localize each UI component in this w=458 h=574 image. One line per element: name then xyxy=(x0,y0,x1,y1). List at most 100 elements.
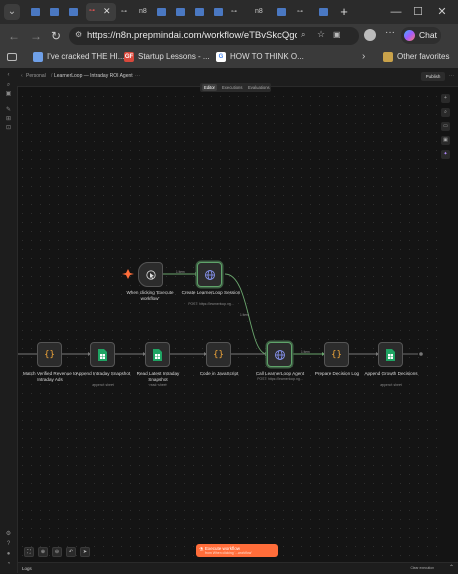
pointer-tool-icon[interactable]: ➤ xyxy=(80,547,90,557)
execute-workflow-subtitle: from When clicking '...workflow' xyxy=(205,551,252,555)
browser-tab[interactable] xyxy=(314,3,333,21)
node-label: Code in JavaScript xyxy=(199,371,239,376)
browser-tab[interactable] xyxy=(171,3,190,21)
bookmark-item[interactable]: GF Startup Lessons - ... xyxy=(124,52,210,62)
sheets-icon xyxy=(379,343,402,366)
bookmark-favicon-icon xyxy=(33,52,43,62)
search-nodes-icon[interactable]: ⌕ xyxy=(441,108,450,117)
browser-tab[interactable]: n8 xyxy=(252,3,270,21)
sheets-icon xyxy=(146,343,169,366)
site-info-icon[interactable]: ⚙ xyxy=(75,30,82,39)
favorite-star-icon[interactable]: ☆ xyxy=(317,29,325,40)
browser-tab-active[interactable]: ⊶ ✕ xyxy=(86,3,116,21)
zoom-icon[interactable]: ⌕ xyxy=(301,30,305,40)
connections-layer xyxy=(18,269,423,356)
url-text[interactable]: https://n8n.prepmindai.com/workflow/eTBv… xyxy=(87,30,297,41)
node-create-session[interactable] xyxy=(197,262,222,287)
profile-avatar[interactable] xyxy=(364,29,376,41)
browser-tab[interactable]: ⊶ xyxy=(118,3,137,21)
new-tab-button[interactable]: + xyxy=(336,4,352,20)
doc-icon xyxy=(277,8,286,16)
execute-workflow-button[interactable]: ⚗ Execute workflow from When clicking '.… xyxy=(196,544,278,557)
forward-arrow-icon[interactable]: → xyxy=(30,29,42,43)
logs-panel-bar[interactable]: Logs Clear execution ⌃ xyxy=(18,562,458,574)
node-match-revenue[interactable]: {} xyxy=(37,342,62,367)
code-icon: {} xyxy=(44,349,55,360)
bookmark-label: HOW TO THINK O... xyxy=(230,52,304,62)
expand-logs-icon[interactable]: ⌃ xyxy=(449,564,454,571)
back-arrow-icon[interactable]: ← xyxy=(8,29,20,43)
browser-tab[interactable]: n8 xyxy=(136,3,152,21)
tab-actions-chevron-icon[interactable]: ⌄ xyxy=(4,4,20,20)
other-favorites-label: Other favorites xyxy=(397,52,450,62)
flask-icon: ⚗ xyxy=(199,547,204,553)
reload-icon[interactable]: ↻ xyxy=(51,29,61,43)
globe-icon xyxy=(198,263,221,286)
node-call-agent[interactable] xyxy=(267,342,292,367)
fit-view-icon[interactable]: ⛶ xyxy=(24,547,34,557)
zoom-in-icon[interactable]: ⊕ xyxy=(38,547,48,557)
add-node-icon[interactable]: + xyxy=(441,94,450,103)
node-label: Match Verified Revenue to Intraday Ads xyxy=(23,371,77,382)
undo-icon[interactable]: ↶ xyxy=(66,547,76,557)
minimize-button[interactable]: — xyxy=(384,4,408,20)
node-label: Append Growth Decisions xyxy=(364,371,418,376)
reading-list-icon[interactable] xyxy=(7,53,17,61)
ai-assistant-icon[interactable]: ✦ xyxy=(441,150,450,159)
doc-icon xyxy=(176,8,185,16)
sheets-icon xyxy=(91,343,114,366)
clear-execution-button[interactable]: Clear execution xyxy=(410,566,434,570)
node-code-js[interactable]: {} xyxy=(206,342,231,367)
collections-icon[interactable]: ▣ xyxy=(333,30,341,39)
bookmark-item[interactable]: I've cracked THE HI... xyxy=(33,52,124,62)
n8n-icon: ⊶ xyxy=(89,8,95,14)
google-icon: G xyxy=(216,52,226,62)
zoom-out-icon[interactable]: ⊖ xyxy=(52,547,62,557)
more-menu-icon[interactable]: ··· xyxy=(385,27,395,38)
n8n-app: ‹ ⌕ ▣ ✎ ⊞ ⊡ ⚙ ? ● ◔ ‹ Personal / Learner… xyxy=(0,68,458,574)
bookmark-item[interactable]: G HOW TO THINK O... xyxy=(216,52,304,62)
browser-tab[interactable]: ⊶ xyxy=(228,3,247,21)
chat-button[interactable]: Chat xyxy=(401,27,441,44)
n8n-tab-label: n8 xyxy=(139,8,147,15)
bookmark-favicon-icon: GF xyxy=(124,52,134,62)
browser-tab-strip: ⌄ ⊶ ✕ ⊶ n8 ⊶ n8 ⊶ + — ☐ ✕ xyxy=(0,0,458,24)
node-prepare-log[interactable]: {} xyxy=(324,342,349,367)
chat-label: Chat xyxy=(419,30,437,40)
bookmarks-overflow-chevron-icon[interactable]: › xyxy=(362,51,365,62)
address-bar[interactable]: ⚙ https://n8n.prepmindai.com/workflow/eT… xyxy=(69,27,359,45)
maximize-button[interactable]: ☐ xyxy=(406,4,430,20)
node-label: Read Latest Intraday Snapshot xyxy=(136,371,180,382)
output-handle[interactable] xyxy=(419,352,423,356)
node-read-snapshot[interactable] xyxy=(145,342,170,367)
browser-tab[interactable] xyxy=(190,3,209,21)
browser-tab[interactable] xyxy=(152,3,171,21)
sticky-note-icon[interactable]: ▭ xyxy=(441,122,450,131)
node-trigger[interactable] xyxy=(138,262,163,287)
execute-workflow-label: Execute workflow xyxy=(205,545,241,551)
other-favorites[interactable]: Other favorites xyxy=(383,52,449,62)
node-label: Append Intraday Snapshot xyxy=(75,371,131,376)
close-window-button[interactable]: ✕ xyxy=(430,4,454,20)
browser-tab[interactable] xyxy=(209,3,228,21)
node-subtitle: read: sheet xyxy=(149,383,167,387)
doc-icon xyxy=(319,8,328,16)
globe-icon xyxy=(268,343,291,366)
browser-tab[interactable] xyxy=(26,3,45,21)
node-append-snapshot[interactable] xyxy=(90,342,115,367)
n8n-icon: ⊶ xyxy=(231,9,237,15)
tab-close-icon[interactable]: ✕ xyxy=(103,6,111,17)
templates-panel-icon[interactable]: ▣ xyxy=(441,136,450,145)
node-append-growth[interactable] xyxy=(378,342,403,367)
cursor-icon xyxy=(139,263,162,286)
browser-tab[interactable] xyxy=(272,3,291,21)
doc-icon xyxy=(31,8,40,16)
browser-tab[interactable] xyxy=(64,3,83,21)
node-subtitle: append: sheet xyxy=(380,383,402,387)
doc-icon xyxy=(69,8,78,16)
bookmark-label: I've cracked THE HI... xyxy=(47,52,125,62)
browser-tab[interactable] xyxy=(45,3,64,21)
browser-tab[interactable]: ⊶ xyxy=(294,3,313,21)
node-subtitle: POST: https://learnerloop.ng... xyxy=(188,302,234,306)
folder-icon xyxy=(383,52,393,62)
